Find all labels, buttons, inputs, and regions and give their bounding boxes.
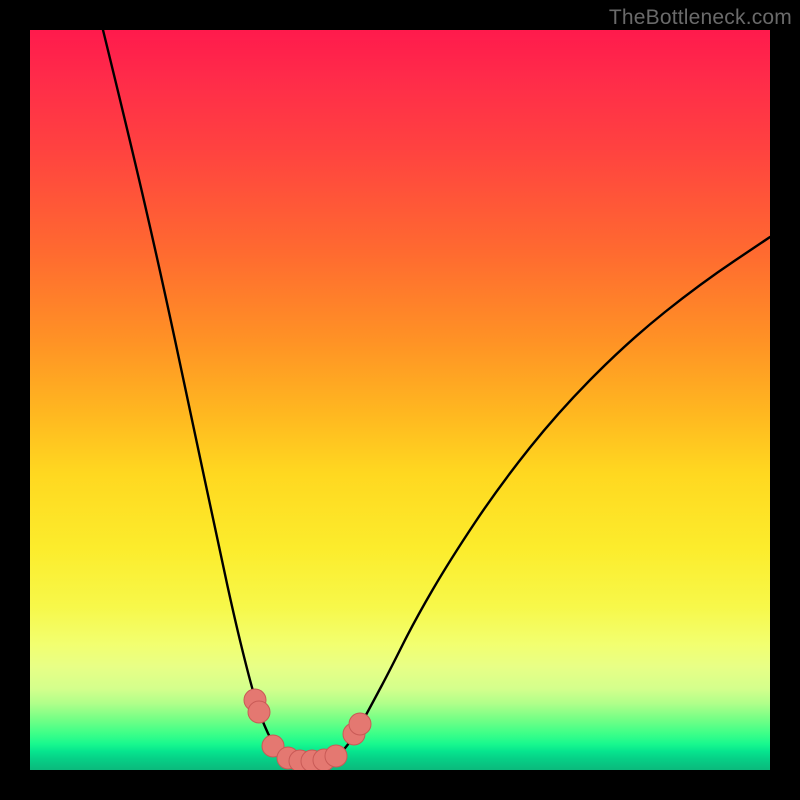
valley-marker-6 [313, 749, 335, 770]
plot-background [30, 30, 770, 770]
valley-marker-3 [277, 747, 299, 769]
valley-marker-9 [349, 713, 371, 735]
valley-marker-7 [325, 745, 347, 767]
valley-marker-0 [244, 689, 266, 711]
valley-marker-5 [301, 750, 323, 770]
valley-marker-4 [289, 750, 311, 770]
bottleneck-curve [103, 30, 770, 762]
valley-marker-2 [262, 735, 284, 757]
valley-marker-8 [343, 723, 365, 745]
chart-canvas: TheBottleneck.com [0, 0, 800, 800]
curve-layer [30, 30, 770, 770]
watermark-label: TheBottleneck.com [609, 6, 792, 30]
valley-marker-1 [248, 701, 270, 723]
